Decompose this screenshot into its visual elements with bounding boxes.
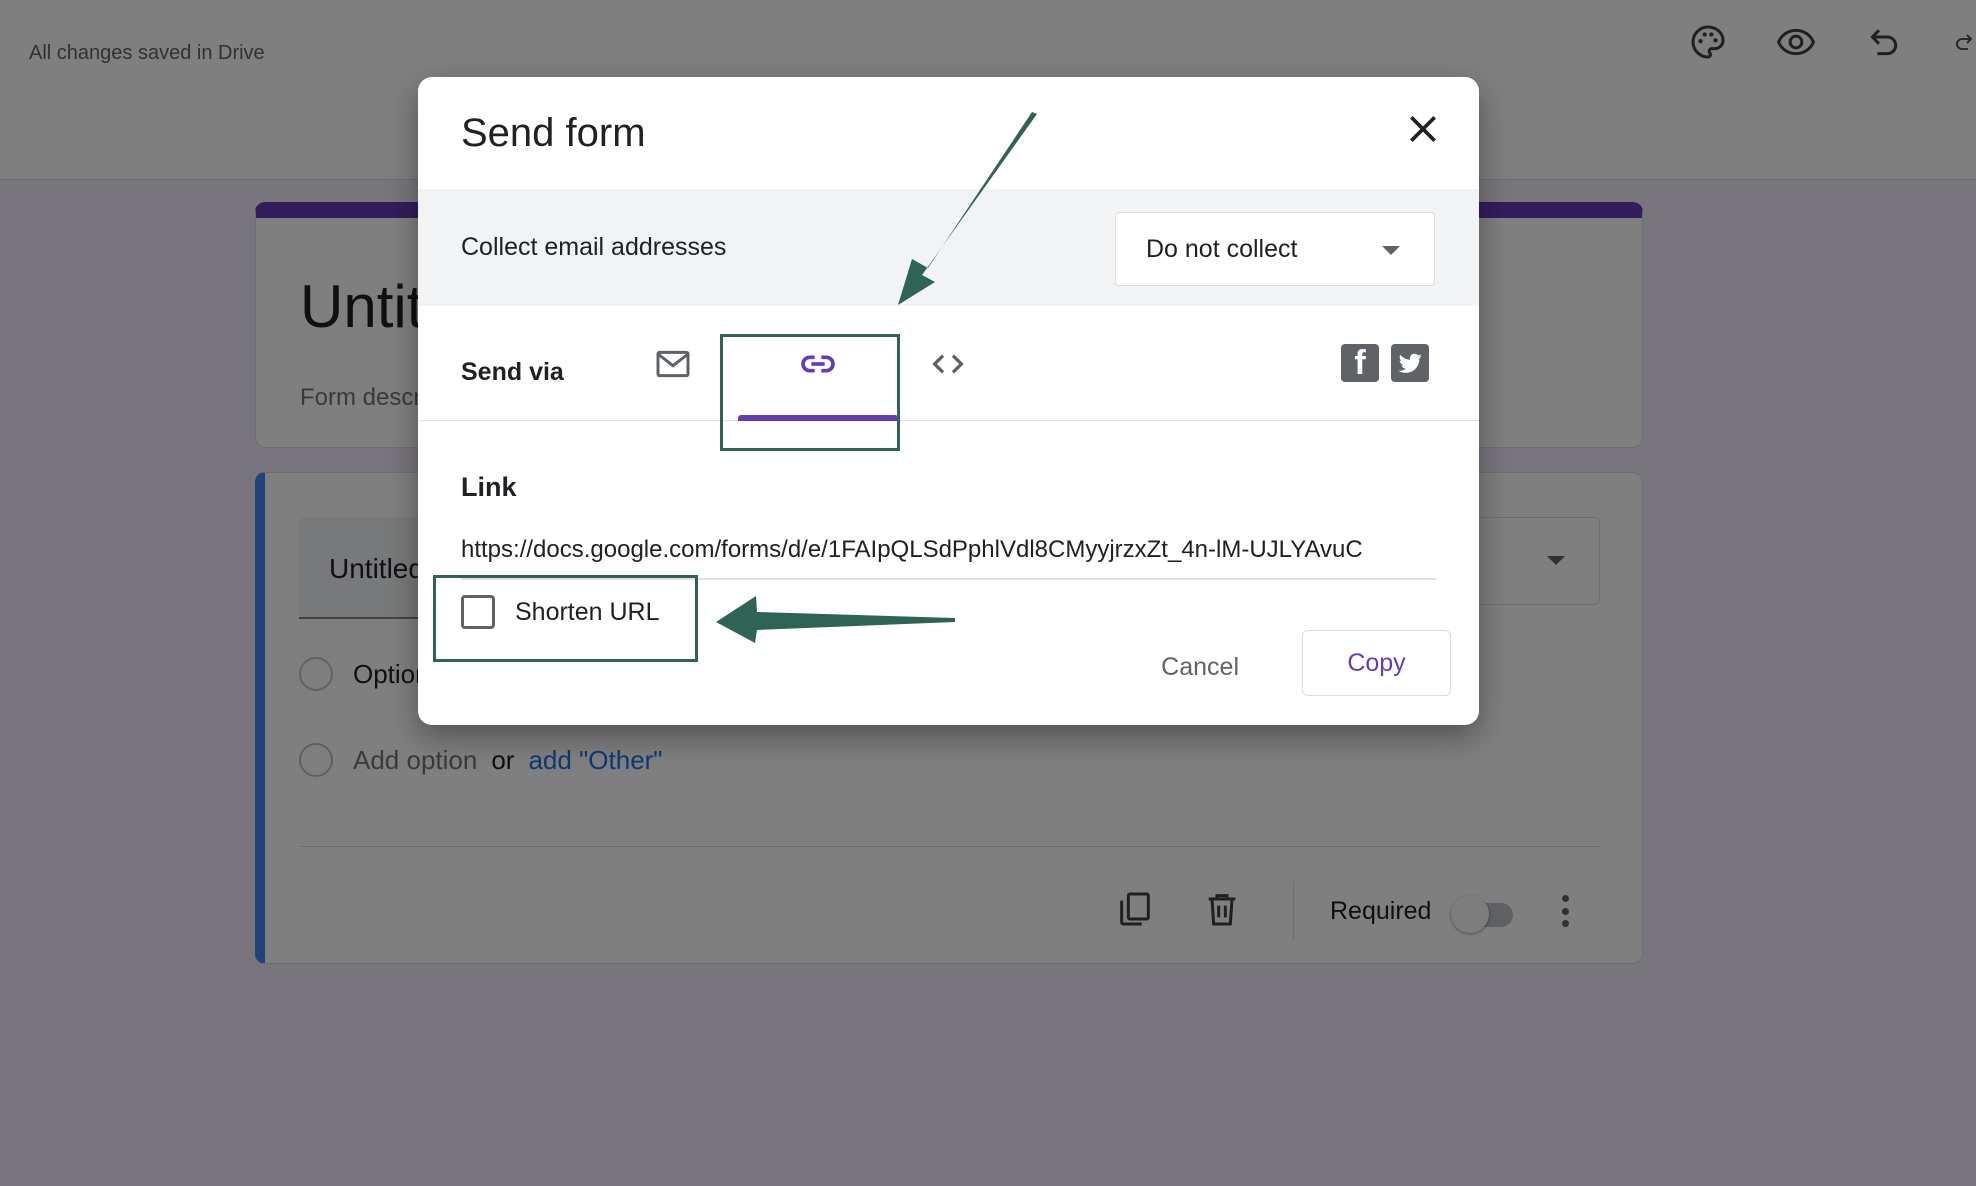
send-via-row: Send via f	[418, 306, 1479, 421]
facebook-icon[interactable]: f	[1341, 344, 1379, 382]
collect-email-row: Collect email addresses Do not collect	[418, 189, 1479, 306]
mail-icon	[656, 350, 690, 377]
cancel-button[interactable]: Cancel	[1141, 643, 1259, 692]
collect-email-select[interactable]: Do not collect	[1115, 212, 1435, 286]
code-icon	[932, 353, 964, 374]
tab-embed[interactable]	[898, 306, 998, 421]
copy-button[interactable]: Copy	[1302, 630, 1451, 696]
highlight-link-tab	[720, 334, 900, 451]
chevron-down-icon	[1382, 246, 1400, 255]
highlight-shorten-url	[433, 575, 698, 662]
tab-email[interactable]	[628, 306, 718, 421]
send-via-label: Send via	[461, 358, 564, 386]
collect-email-label: Collect email addresses	[461, 233, 727, 261]
close-icon[interactable]	[1403, 109, 1443, 149]
twitter-icon[interactable]	[1391, 344, 1429, 382]
dialog-title: Send form	[461, 111, 646, 155]
link-heading: Link	[461, 472, 517, 502]
link-url-field[interactable]: https://docs.google.com/forms/d/e/1FAIpQ…	[461, 536, 1436, 580]
